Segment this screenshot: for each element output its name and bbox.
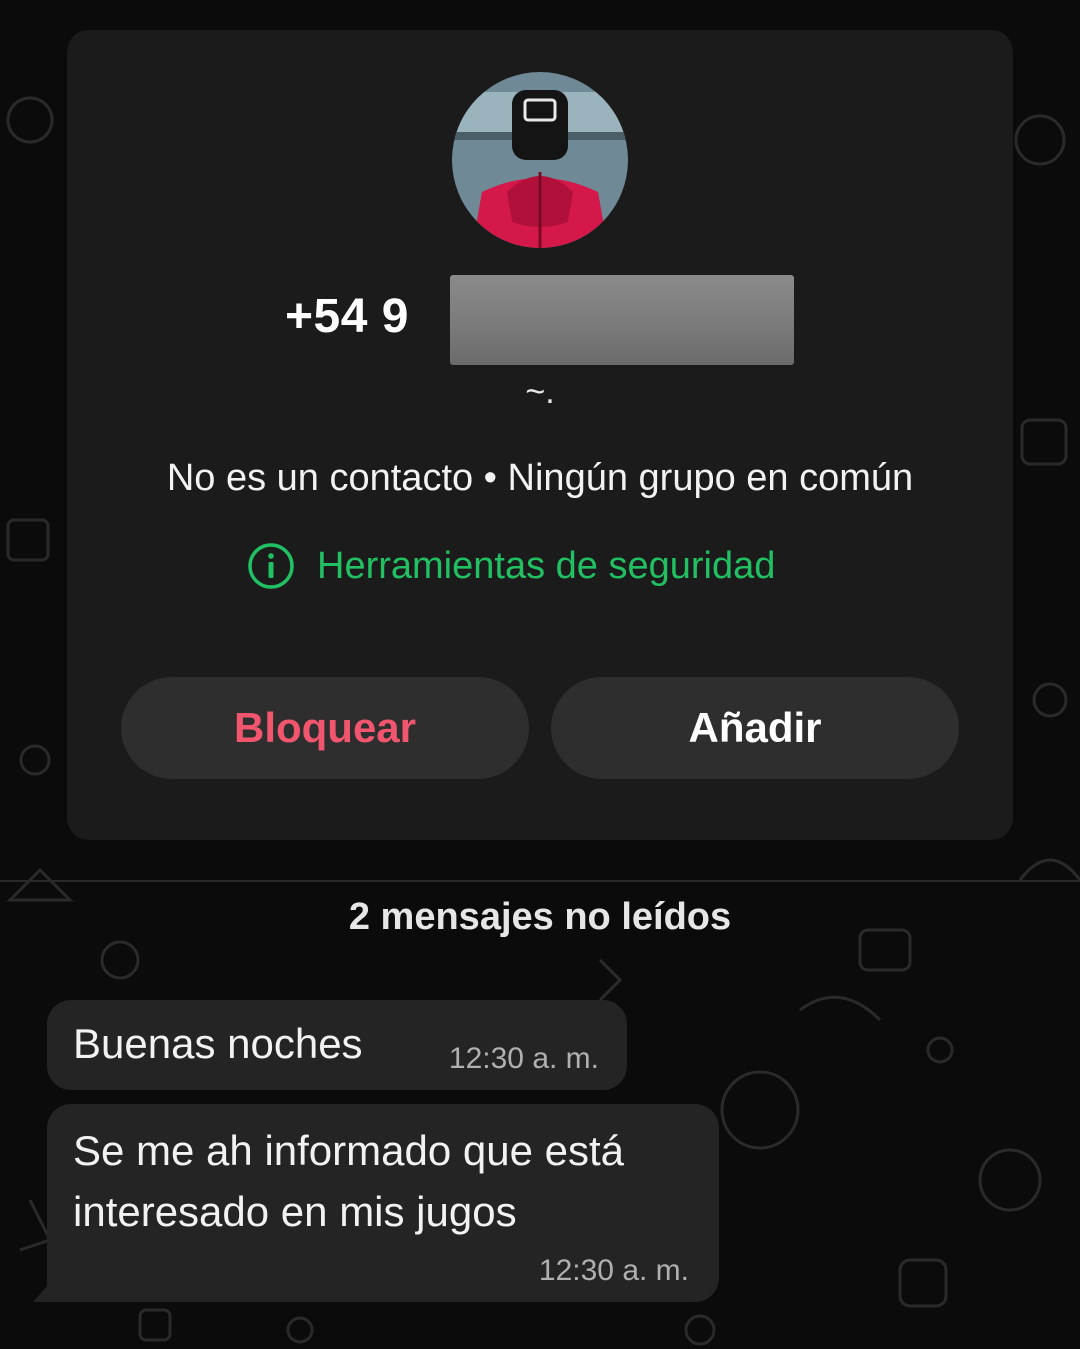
unread-divider — [0, 880, 1080, 882]
unread-messages-banner: 2 mensajes no leídos — [348, 896, 732, 938]
info-icon — [248, 543, 294, 589]
contact-info-card: +54 9 ~. No es un contacto • Ningún grup… — [67, 30, 1013, 840]
message-time: 12:30 a. m. — [448, 1042, 599, 1075]
contact-status-subtitle: No es un contacto • Ningún grupo en comú… — [166, 457, 914, 499]
contact-push-name: ~. — [525, 373, 555, 411]
message-time: 12:30 a. m. — [538, 1254, 689, 1287]
contact-phone-number: +54 9 — [67, 275, 1013, 367]
block-button[interactable]: Bloquear — [121, 677, 529, 779]
bubble-tail — [33, 1284, 49, 1302]
incoming-message[interactable]: Se me ah informado que está interesado e… — [33, 1104, 719, 1302]
message-text: Se me ah informado que está interesado e… — [73, 1127, 625, 1235]
security-tools-label: Herramientas de seguridad — [317, 544, 776, 587]
redacted-phone-digits — [450, 275, 794, 365]
phone-prefix: +54 9 — [285, 290, 409, 343]
add-contact-button[interactable]: Añadir — [551, 677, 959, 779]
incoming-message[interactable]: Buenas noches 12:30 a. m. — [47, 1000, 627, 1090]
message-text: Buenas noches — [73, 1020, 363, 1067]
security-tools-link[interactable]: Herramientas de seguridad — [247, 540, 775, 592]
contact-avatar[interactable] — [452, 72, 628, 248]
